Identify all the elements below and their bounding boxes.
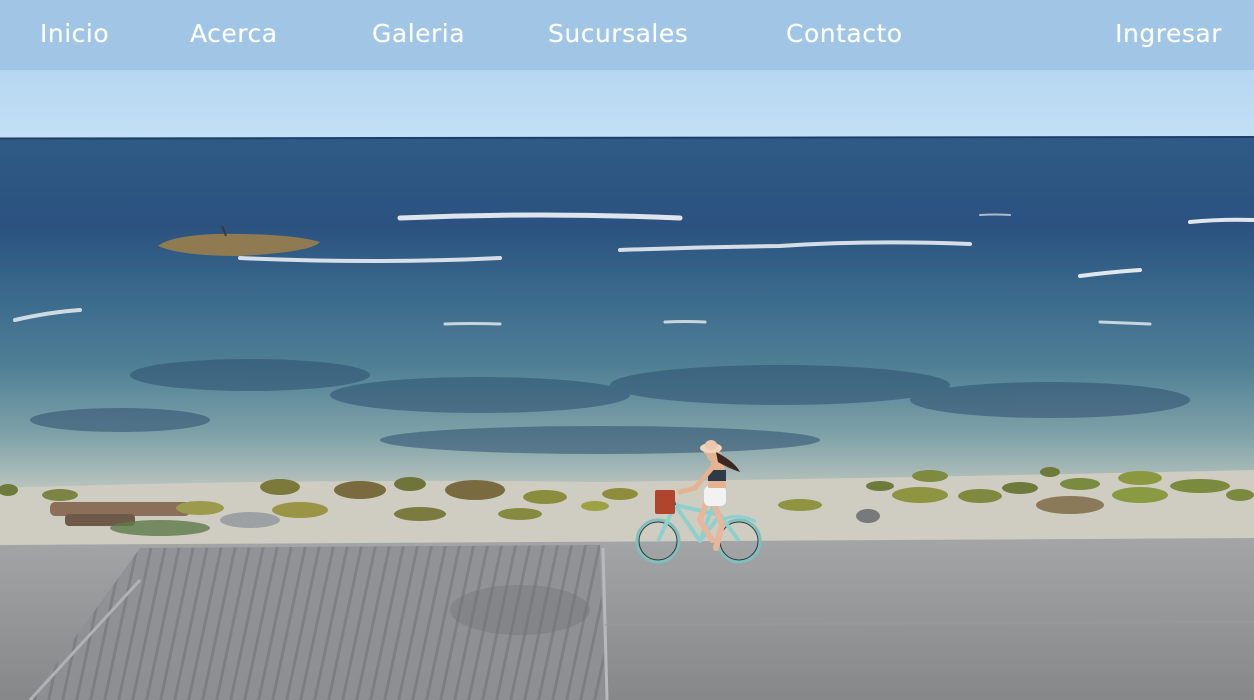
nav-link-sucursales[interactable]: Sucursales [548, 16, 688, 52]
top-navbar: Inicio Acerca Galeria Sucursales Contact… [0, 0, 1254, 71]
nav-link-galeria[interactable]: Galeria [372, 16, 465, 52]
nav-link-inicio[interactable]: Inicio [40, 16, 109, 52]
nav-link-acerca[interactable]: Acerca [190, 16, 278, 52]
login-link[interactable]: Ingresar [1115, 16, 1222, 52]
beach-scene [0, 0, 1254, 700]
nav-link-contacto[interactable]: Contacto [786, 16, 903, 52]
hero-background-video [0, 0, 1254, 700]
